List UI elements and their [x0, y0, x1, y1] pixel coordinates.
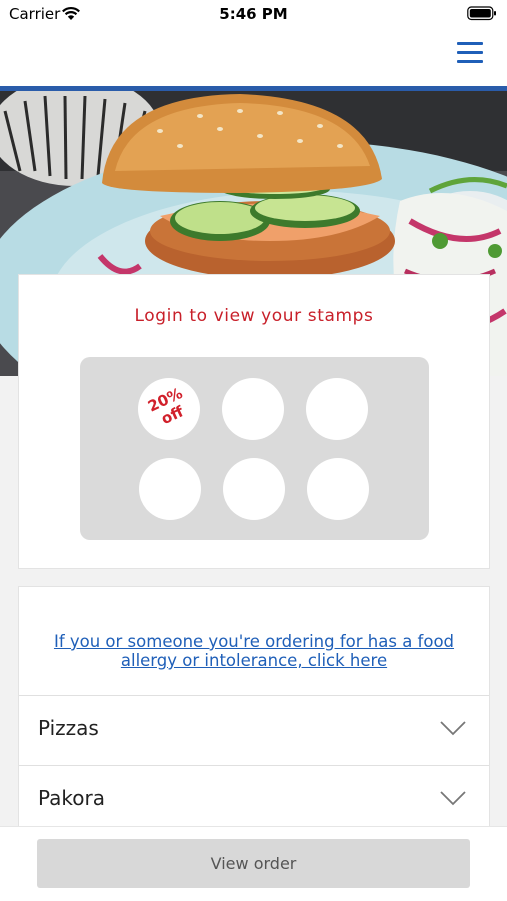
allergy-info-link[interactable]: If you or someone you're ordering for ha…	[39, 632, 469, 670]
nav-bar	[0, 30, 507, 86]
stamp-slot-reward: 20% off	[138, 378, 200, 440]
category-row-pakora[interactable]: Pakora	[19, 765, 489, 835]
menu-card: If you or someone you're ordering for ha…	[18, 586, 490, 846]
hamburger-menu-icon[interactable]	[455, 38, 485, 68]
stamp-slot	[306, 378, 368, 440]
allergy-link-line2: allergy or intolerance, click here	[120, 651, 388, 670]
stamp-card-title[interactable]: Login to view your stamps	[19, 306, 489, 326]
stamp-slot	[222, 378, 284, 440]
battery-icon	[467, 6, 496, 21]
stamp-grid: 20% off	[80, 357, 429, 540]
view-order-button[interactable]: View order	[37, 839, 470, 888]
status-time: 5:46 PM	[219, 5, 288, 23]
reward-label: 20% off	[134, 379, 205, 436]
stamp-slot	[307, 458, 369, 520]
stamp-card: Login to view your stamps 20% off	[18, 274, 490, 569]
chevron-down-icon	[440, 721, 466, 736]
stamp-slot	[223, 458, 285, 520]
category-row-pizzas[interactable]: Pizzas	[19, 695, 489, 765]
category-label: Pakora	[38, 786, 106, 810]
status-bar: Carrier 5:46 PM	[0, 0, 507, 30]
footer-bar: View order	[0, 826, 507, 901]
chevron-down-icon	[440, 791, 466, 806]
stamp-slot	[139, 458, 201, 520]
allergy-link-line1: If you or someone you're ordering for ha…	[53, 632, 455, 651]
category-label: Pizzas	[38, 716, 99, 740]
